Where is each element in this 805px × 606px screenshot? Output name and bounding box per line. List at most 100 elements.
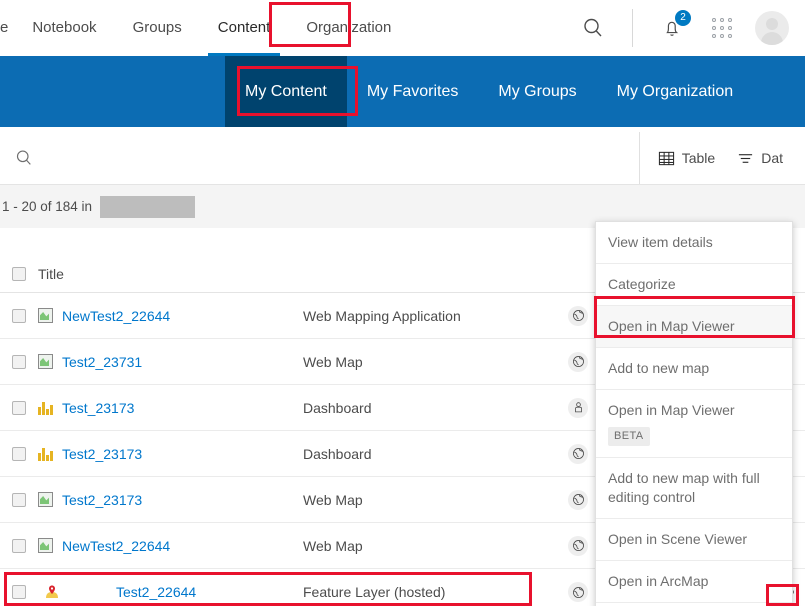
globe-icon[interactable] xyxy=(568,582,588,602)
row-select-cell xyxy=(0,355,38,369)
menu-item-add-to-new-map[interactable]: Add to new map xyxy=(596,348,792,390)
date-sort-label: Dat xyxy=(761,150,783,166)
results-count: 1 - 20 of 184 in xyxy=(2,199,92,214)
row-select-cell xyxy=(0,309,38,323)
menu-item-open-in-scene-viewer[interactable]: Open in Scene Viewer xyxy=(596,519,792,561)
menu-item-open-in-map-viewer[interactable]: Open in Map Viewer xyxy=(596,306,792,348)
notification-count-badge: 2 xyxy=(675,10,691,26)
tab-my-favorites[interactable]: My Favorites xyxy=(347,56,479,127)
nav-item-groups[interactable]: Groups xyxy=(115,0,200,56)
table-view-label: Table xyxy=(682,150,715,166)
row-select-cell xyxy=(0,585,38,599)
globe-icon[interactable] xyxy=(568,306,588,326)
nav-item-notebook[interactable]: Notebook xyxy=(14,0,114,56)
column-header-title[interactable]: Title xyxy=(38,266,303,282)
search-icon[interactable] xyxy=(576,11,610,45)
nav-label: e xyxy=(0,19,8,36)
item-title-link[interactable]: NewTest2_22644 xyxy=(62,538,170,554)
app-launcher-icon[interactable] xyxy=(705,11,739,45)
row-title-cell: Test2_22644 xyxy=(38,584,303,600)
grid-dots xyxy=(712,18,732,38)
row-checkbox[interactable] xyxy=(12,355,26,369)
item-title-link[interactable]: Test_23173 xyxy=(62,400,134,416)
nav-label: Notebook xyxy=(32,19,96,36)
person-icon[interactable] xyxy=(568,398,588,418)
nav-item-truncated[interactable]: e xyxy=(0,0,14,56)
top-nav-links: e Notebook Groups Content Organization xyxy=(0,0,409,56)
nav-item-organization[interactable]: Organization xyxy=(288,0,409,56)
row-title-cell: Test2_23731 xyxy=(38,354,303,370)
table-view-button[interactable]: Table xyxy=(658,150,715,167)
dashboard-icon xyxy=(38,401,53,415)
menu-label: Add to new map xyxy=(608,359,709,378)
menu-label: Open in Map Viewer xyxy=(608,401,735,420)
beta-badge: BETA xyxy=(608,427,650,446)
sort-icon xyxy=(737,150,754,167)
row-checkbox[interactable] xyxy=(12,401,26,415)
tab-my-organization[interactable]: My Organization xyxy=(597,56,754,127)
row-checkbox[interactable] xyxy=(12,309,26,323)
item-title-link[interactable]: Test2_23173 xyxy=(62,446,142,462)
search-input[interactable] xyxy=(42,150,522,166)
item-title-link[interactable]: Test2_22644 xyxy=(116,584,196,600)
nav-item-content[interactable]: Content xyxy=(200,0,289,56)
tab-label: My Favorites xyxy=(367,83,459,101)
menu-item-open-in-map-viewer-beta[interactable]: Open in Map Viewer BETA xyxy=(596,390,792,459)
dashboard-icon xyxy=(38,447,53,461)
nav-label: Groups xyxy=(133,19,182,36)
nav-label: Content xyxy=(218,19,271,36)
item-title-link[interactable]: Test2_23173 xyxy=(62,492,142,508)
folder-name-redacted xyxy=(100,196,195,218)
menu-label: View item details xyxy=(608,233,713,252)
top-navigation-bar: e Notebook Groups Content Organization 2 xyxy=(0,0,805,56)
nav-label: Organization xyxy=(306,19,391,36)
web-map-icon xyxy=(38,354,53,369)
row-select-cell xyxy=(0,493,38,507)
item-context-menu: View item details Categorize Open in Map… xyxy=(595,221,793,606)
row-select-cell xyxy=(0,401,38,415)
top-nav-actions: 2 xyxy=(568,0,805,56)
row-select-cell xyxy=(0,539,38,553)
globe-icon[interactable] xyxy=(568,352,588,372)
arcgis-content-page: e Notebook Groups Content Organization 2 xyxy=(0,0,805,606)
globe-icon[interactable] xyxy=(568,490,588,510)
item-type-label: Web Map xyxy=(303,492,553,508)
table-icon xyxy=(658,150,675,167)
select-all-checkbox[interactable] xyxy=(12,267,26,281)
row-checkbox[interactable] xyxy=(12,447,26,461)
row-title-cell: Test2_23173 xyxy=(38,492,303,508)
nav-divider xyxy=(632,9,633,47)
tab-label: My Organization xyxy=(617,83,734,101)
row-title-cell: NewTest2_22644 xyxy=(38,538,303,554)
globe-icon[interactable] xyxy=(568,536,588,556)
web-map-icon xyxy=(38,538,53,553)
search-icon xyxy=(14,148,34,168)
tab-label: My Groups xyxy=(498,83,576,101)
avatar-image xyxy=(755,11,789,45)
menu-item-add-to-new-map-full-editing[interactable]: Add to new map with full editing control xyxy=(596,458,792,519)
item-title-link[interactable]: Test2_23731 xyxy=(62,354,142,370)
tab-my-groups[interactable]: My Groups xyxy=(478,56,596,127)
tab-my-content[interactable]: My Content xyxy=(225,56,347,127)
menu-label: Open in Scene Viewer xyxy=(608,530,747,549)
menu-item-view-item-details[interactable]: View item details xyxy=(596,222,792,264)
row-checkbox[interactable] xyxy=(12,539,26,553)
row-checkbox[interactable] xyxy=(12,585,26,599)
menu-label: Add to new map with full editing control xyxy=(608,469,780,507)
menu-item-open-in-arcmap[interactable]: Open in ArcMap xyxy=(596,561,792,603)
select-all-cell xyxy=(0,267,38,281)
content-toolbar: Table Dat xyxy=(0,132,805,185)
globe-icon[interactable] xyxy=(568,444,588,464)
search-container xyxy=(0,132,639,184)
web-map-icon xyxy=(38,492,53,507)
row-select-cell xyxy=(0,447,38,461)
item-title-link[interactable]: NewTest2_22644 xyxy=(62,308,170,324)
date-sort-button[interactable]: Dat xyxy=(737,150,783,167)
user-avatar[interactable] xyxy=(755,11,789,45)
row-checkbox[interactable] xyxy=(12,493,26,507)
item-type-label: Dashboard xyxy=(303,446,553,462)
menu-item-categorize[interactable]: Categorize xyxy=(596,264,792,306)
web-map-icon xyxy=(38,308,53,323)
menu-label: Open in ArcMap xyxy=(608,572,708,591)
notifications-bell-icon[interactable]: 2 xyxy=(655,11,689,45)
